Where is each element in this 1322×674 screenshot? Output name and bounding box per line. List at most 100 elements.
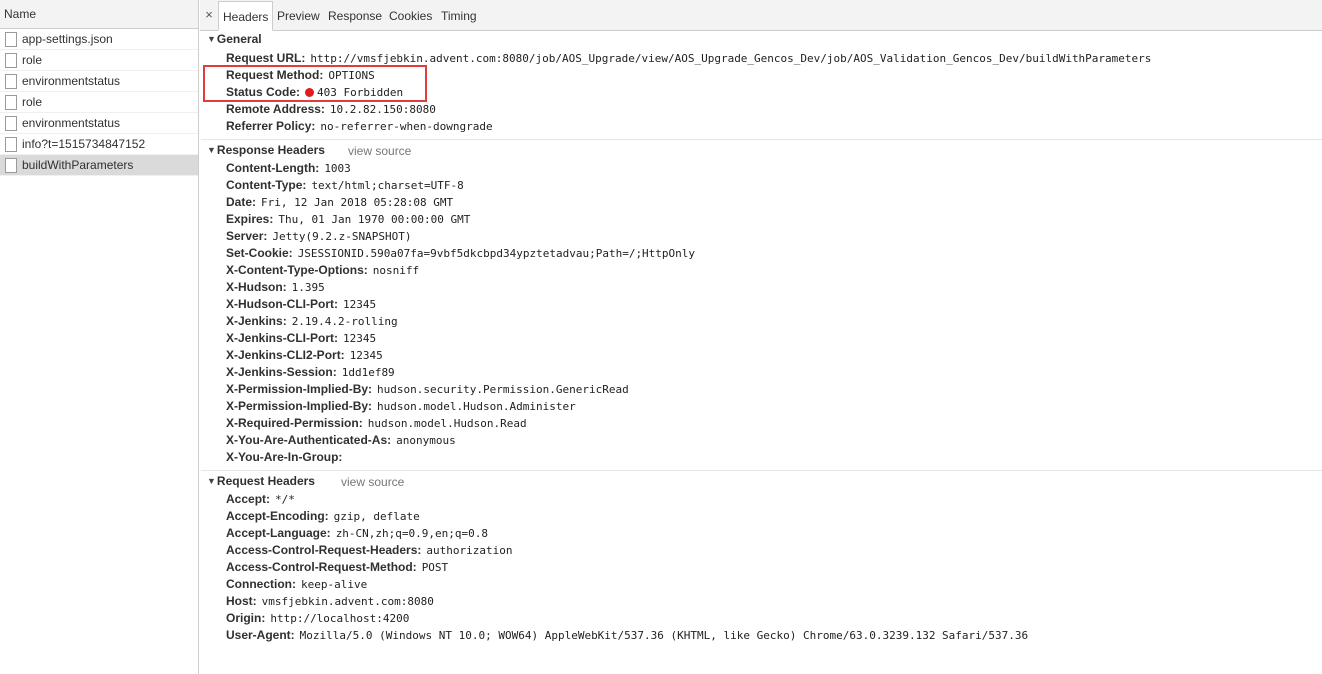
- header-row: Remote Address: 10.2.82.150:8080: [226, 101, 436, 118]
- header-row: Content-Type: text/html;charset=UTF-8: [226, 177, 464, 194]
- request-item[interactable]: info?t=1515734847152: [0, 134, 198, 155]
- section-divider: [201, 470, 1322, 471]
- header-value: 1003: [324, 162, 351, 175]
- tab-response[interactable]: Response: [328, 2, 382, 31]
- request-item[interactable]: environmentstatus: [0, 113, 198, 134]
- header-row: X-Jenkins-CLI-Port: 12345: [226, 330, 376, 347]
- close-icon[interactable]: ×: [203, 7, 215, 22]
- header-row: X-Permission-Implied-By: hudson.model.Hud…: [226, 398, 576, 415]
- request-item-name: environmentstatus: [22, 74, 121, 88]
- request-item[interactable]: role: [0, 50, 198, 71]
- header-key: X-Jenkins-CLI-Port:: [226, 331, 339, 345]
- header-value: hudson.security.Permission.GenericRead: [377, 383, 629, 396]
- header-key: Referrer Policy:: [226, 119, 316, 133]
- header-row: Content-Length: 1003: [226, 160, 351, 177]
- header-value: Fri, 12 Jan 2018 05:28:08 GMT: [261, 196, 454, 209]
- request-item[interactable]: role: [0, 92, 198, 113]
- header-value: gzip, deflate: [333, 510, 420, 523]
- response-view-source-link[interactable]: view source: [348, 144, 411, 158]
- header-key: Access-Control-Request-Method:: [226, 560, 417, 574]
- header-row: X-You-Are-Authenticated-As: anonymous: [226, 432, 456, 449]
- header-row: Access-Control-Request-Headers: authoriza…: [226, 542, 512, 559]
- header-key: X-Jenkins-Session:: [226, 365, 337, 379]
- request-item-selected[interactable]: buildWithParameters: [0, 155, 198, 176]
- name-column-header[interactable]: Name: [0, 0, 198, 29]
- header-value: hudson.model.Hudson.Read: [367, 417, 527, 430]
- request-item-name: environmentstatus: [22, 116, 121, 130]
- header-key: Accept:: [226, 492, 271, 506]
- request-item-name: role: [22, 95, 43, 109]
- tab-headers[interactable]: Headers: [218, 1, 274, 31]
- header-key: Request URL:: [226, 51, 306, 65]
- file-icon: [5, 116, 17, 131]
- tab-timing[interactable]: Timing: [441, 2, 477, 31]
- header-row: User-Agent: Mozilla/5.0 (Windows NT 10.0;…: [226, 627, 1028, 644]
- request-details-panel: × Headers Preview Response Cookies Timin…: [200, 0, 1322, 674]
- header-value: Jetty(9.2.z-SNAPSHOT): [272, 230, 412, 243]
- header-row: X-Hudson-CLI-Port: 12345: [226, 296, 376, 313]
- header-row: Set-Cookie: JSESSIONID.590a07fa=9vbf5dkcb…: [226, 245, 695, 262]
- header-key: Date:: [226, 195, 257, 209]
- header-key: Expires:: [226, 212, 274, 226]
- header-value: JSESSIONID.590a07fa=9vbf5dkcbpd34ypzteta…: [297, 247, 696, 260]
- header-key: X-Hudson:: [226, 280, 287, 294]
- header-key: X-You-Are-Authenticated-As:: [226, 433, 392, 447]
- tab-preview[interactable]: Preview: [277, 2, 320, 31]
- header-row: X-Hudson: 1.395: [226, 279, 325, 296]
- request-item[interactable]: environmentstatus: [0, 71, 198, 92]
- header-value: 12345: [349, 349, 383, 362]
- header-key: Origin:: [226, 611, 266, 625]
- request-view-source-link[interactable]: view source: [341, 475, 404, 489]
- header-value: 12345: [343, 332, 377, 345]
- file-icon: [5, 137, 17, 152]
- header-row: X-Jenkins-CLI2-Port: 12345: [226, 347, 383, 364]
- request-item-name: buildWithParameters: [22, 158, 134, 172]
- header-key: X-Permission-Implied-By:: [226, 399, 373, 413]
- triangle-down-icon: ▼: [207, 476, 216, 486]
- header-row: X-Permission-Implied-By: hudson.security.…: [226, 381, 629, 398]
- header-value: no-referrer-when-downgrade: [320, 120, 493, 133]
- header-row: Expires: Thu, 01 Jan 1970 00:00:00 GMT: [226, 211, 470, 228]
- file-icon: [5, 95, 17, 110]
- request-headers-section-toggle[interactable]: ▼Request Headers: [207, 474, 315, 488]
- tab-cookies[interactable]: Cookies: [389, 2, 432, 31]
- header-value: anonymous: [396, 434, 456, 447]
- request-item-name: app-settings.json: [22, 32, 113, 46]
- file-icon: [5, 32, 17, 47]
- header-key: Connection:: [226, 577, 296, 591]
- details-tab-bar: × Headers Preview Response Cookies Timin…: [200, 0, 1322, 31]
- header-value: text/html;charset=UTF-8: [311, 179, 464, 192]
- header-value: http://vmsfjebkin.advent.com:8080/job/AO…: [310, 52, 1152, 65]
- header-row: Host: vmsfjebkin.advent.com:8080: [226, 593, 434, 610]
- header-key: X-Content-Type-Options:: [226, 263, 368, 277]
- general-section-toggle[interactable]: ▼General: [207, 32, 262, 46]
- triangle-down-icon: ▼: [207, 34, 216, 44]
- header-value: 1.395: [291, 281, 325, 294]
- header-value: keep-alive: [301, 578, 368, 591]
- header-key: X-Permission-Implied-By:: [226, 382, 373, 396]
- header-key: Set-Cookie:: [226, 246, 293, 260]
- header-row: Server: Jetty(9.2.z-SNAPSHOT): [226, 228, 411, 245]
- file-icon: [5, 53, 17, 68]
- header-key: Content-Length:: [226, 161, 320, 175]
- response-headers-title: Response Headers: [216, 143, 325, 157]
- response-headers-section-toggle[interactable]: ▼Response Headers: [207, 143, 325, 157]
- request-item[interactable]: app-settings.json: [0, 29, 198, 50]
- header-row: X-Required-Permission: hudson.model.Hudso…: [226, 415, 527, 432]
- header-value: vmsfjebkin.advent.com:8080: [261, 595, 434, 608]
- header-row: X-Jenkins-Session: 1dd1ef89: [226, 364, 395, 381]
- header-row: Accept-Language: zh-CN,zh;q=0.9,en;q=0.8: [226, 525, 488, 542]
- annotation-highlight-box: [203, 65, 427, 102]
- header-key: Accept-Encoding:: [226, 509, 329, 523]
- header-value: authorization: [426, 544, 513, 557]
- header-value: 12345: [342, 298, 377, 311]
- header-value: http://localhost:4200: [270, 612, 410, 625]
- header-key: Access-Control-Request-Headers:: [226, 543, 422, 557]
- header-key: Accept-Language:: [226, 526, 331, 540]
- header-key: Content-Type:: [226, 178, 307, 192]
- header-value: 10.2.82.150:8080: [329, 103, 436, 116]
- request-list-panel: Name app-settings.json role environments…: [0, 0, 199, 674]
- header-row: Accept: */*: [226, 491, 295, 508]
- header-key: User-Agent:: [226, 628, 295, 642]
- request-item-name: info?t=1515734847152: [22, 137, 146, 151]
